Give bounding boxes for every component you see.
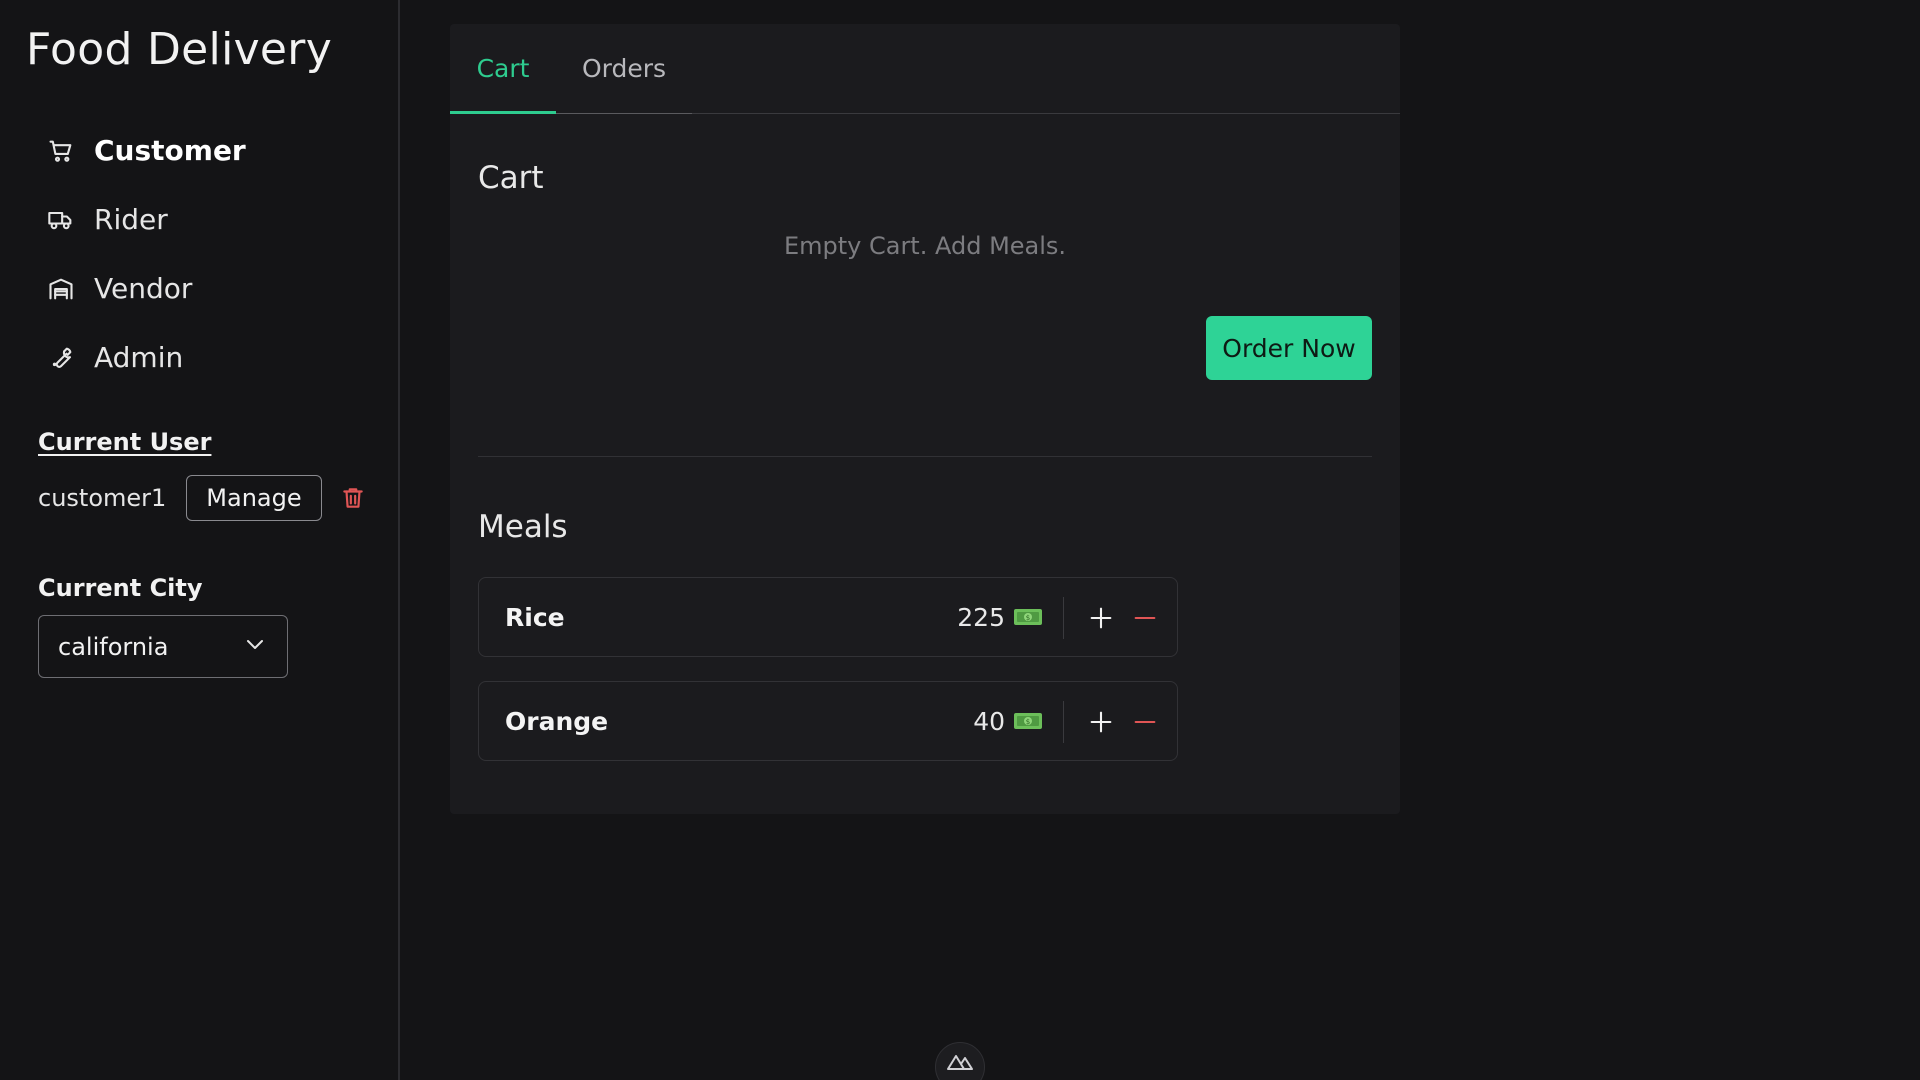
app-title: Food Delivery <box>26 24 333 75</box>
meal-price-value: 225 <box>957 602 1005 632</box>
warehouse-icon <box>46 274 76 304</box>
tab-cart[interactable]: Cart <box>450 24 556 114</box>
svg-text:$: $ <box>1026 614 1030 622</box>
sidebar-item-label: Customer <box>94 134 246 167</box>
tab-bar: Cart Orders <box>450 24 1400 114</box>
meal-item-rice: Rice 225 $ <box>478 577 1178 657</box>
remove-meal-button[interactable] <box>1127 704 1163 740</box>
city-select[interactable]: california <box>38 615 288 678</box>
sidebar-nav: Customer Rider Vendor Admin <box>46 116 246 392</box>
current-city-label: Current City <box>38 574 203 602</box>
meal-price: 225 $ <box>957 603 1043 632</box>
money-icon: $ <box>1013 711 1043 731</box>
money-icon: $ <box>1013 607 1043 627</box>
add-meal-button[interactable] <box>1083 704 1119 740</box>
cart-icon <box>46 136 76 166</box>
sidebar-item-label: Vendor <box>94 272 193 305</box>
sidebar-item-label: Rider <box>94 203 168 236</box>
sidebar-item-customer[interactable]: Customer <box>46 116 246 185</box>
sidebar: Food Delivery Customer Rider Vendor Admi… <box>0 0 400 1080</box>
chevron-down-icon <box>243 632 267 662</box>
meal-name: Rice <box>505 602 565 632</box>
user-row: customer1 Manage <box>38 475 368 521</box>
meal-separator <box>1063 597 1064 639</box>
meal-item-orange: Orange 40 $ <box>478 681 1178 761</box>
sidebar-item-vendor[interactable]: Vendor <box>46 254 246 323</box>
nuxt-logo-icon <box>946 1053 974 1075</box>
sidebar-item-label: Admin <box>94 341 184 374</box>
username: customer1 <box>38 484 167 512</box>
sidebar-item-rider[interactable]: Rider <box>46 185 246 254</box>
section-divider <box>478 456 1372 457</box>
current-user-label: Current User <box>38 428 212 456</box>
order-now-button[interactable]: Order Now <box>1206 316 1372 380</box>
trash-icon[interactable] <box>340 483 368 513</box>
city-select-value: california <box>58 632 169 661</box>
cart-heading: Cart <box>478 160 544 196</box>
meal-price: 40 $ <box>973 707 1043 736</box>
wrench-icon <box>46 343 76 373</box>
truck-icon <box>46 205 76 235</box>
empty-cart-message: Empty Cart. Add Meals. <box>783 232 1067 260</box>
manage-button[interactable]: Manage <box>186 475 322 521</box>
meal-price-value: 40 <box>973 706 1005 736</box>
svg-text:$: $ <box>1026 718 1030 726</box>
tab-orders[interactable]: Orders <box>556 24 692 114</box>
main-card: Cart Orders Cart Empty Cart. Add Meals. … <box>450 24 1400 814</box>
sidebar-item-admin[interactable]: Admin <box>46 323 246 392</box>
meal-list: Rice 225 $ Orange 40 $ <box>478 577 1178 785</box>
add-meal-button[interactable] <box>1083 600 1119 636</box>
app-root: Food Delivery Customer Rider Vendor Admi… <box>0 0 1920 1080</box>
remove-meal-button[interactable] <box>1127 600 1163 636</box>
nuxt-devtools-badge[interactable] <box>935 1042 985 1080</box>
meal-separator <box>1063 701 1064 743</box>
meals-heading: Meals <box>478 509 568 545</box>
meal-name: Orange <box>505 706 609 736</box>
